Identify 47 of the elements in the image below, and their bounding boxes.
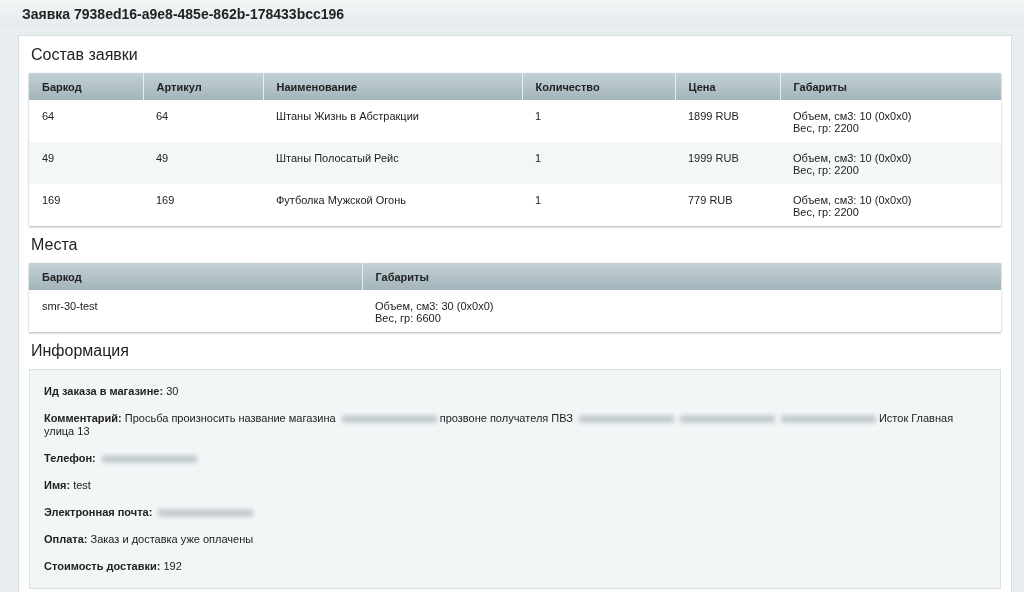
field-value: 30 [166,385,179,397]
column-header: Наименование [263,73,522,100]
field-value: улица 13 [44,425,90,437]
table-cell: 169 [42,194,61,206]
table-cell: 49 [156,152,169,164]
table-cell: 1 [535,152,542,164]
table-cell: 64 [156,110,169,122]
table-cell: 64 [42,110,55,122]
field-label: Стоимость доставки: [44,560,161,572]
column-header: Габариты [362,263,1001,290]
table-cell: 1 [535,194,542,206]
page-title: Заявка 7938ed16-a9e8-485e-862b-178433bcc196 [22,6,345,22]
field-label: Электронная почта: [44,506,153,518]
field-label: Имя: [44,479,71,491]
dimensions-text: Объем, см3: 10 (0x0x0) Вес, гр: 2200 [793,194,913,218]
table-cell: smr-30-test [42,300,98,312]
table-cell: 1899 RUB [688,110,739,122]
table-cell: 169 [156,194,175,206]
table-cell: 1999 RUB [688,152,739,164]
field-value: прозвоне получателя ПВЗ [439,412,573,424]
field-value: test [73,479,91,491]
field-label: Телефон: [44,452,96,464]
field-label: Комментарий: [44,412,122,424]
dimensions-text: Объем, см3: 30 (0x0x0) Вес, гр: 6600 [375,300,495,324]
section-heading: Состав заявки [30,45,139,65]
field-value: Исток Главная [878,412,954,424]
dimensions-text: Объем, см3: 10 (0x0x0) Вес, гр: 2200 [793,152,913,176]
table-cell: 779 RUB [688,194,733,206]
column-header: Артикул [143,73,263,100]
column-header: Количество [522,73,675,100]
table-cell: 1 [535,110,542,122]
table-cell: Футболка Мужской Огонь [276,194,406,206]
section-heading: Места [30,235,79,255]
column-header: Габариты [780,73,1001,100]
field-label: Оплата: [44,533,88,545]
table-cell: Штаны Жизнь в Абстракции [276,110,419,122]
field-label: Ид заказа в магазине: [44,385,164,397]
table-cell: Штаны Полосатый Рейс [276,152,399,164]
column-header: Баркод [29,73,143,100]
field-value: 192 [163,560,182,572]
section-heading: Информация [30,341,130,361]
column-header: Баркод [29,263,362,290]
field-value: Просьба произносить название магазина [124,412,336,424]
dimensions-text: Объем, см3: 10 (0x0x0) Вес, гр: 2200 [793,110,913,134]
table-cell: 49 [42,152,55,164]
column-header: Цена [675,73,780,100]
field-value: Заказ и доставка уже оплачены [90,533,254,545]
